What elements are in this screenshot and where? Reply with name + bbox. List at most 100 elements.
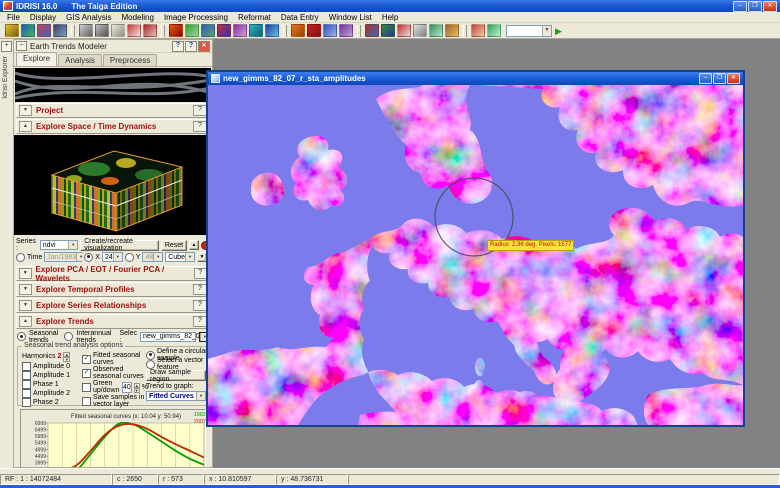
- cube-combobox[interactable]: Cube▼: [165, 252, 195, 262]
- y-radio[interactable]: [125, 253, 134, 262]
- step-up-button[interactable]: ▲: [189, 240, 199, 250]
- menu-modeling[interactable]: Modeling: [116, 13, 158, 22]
- map-display[interactable]: Radius: 2.36 deg. Pixels: 1577: [208, 85, 743, 425]
- undo-icon[interactable]: [323, 24, 337, 37]
- chevron-up-icon[interactable]: ▲: [19, 316, 32, 327]
- histogram-icon[interactable]: [233, 24, 247, 37]
- x-combobox[interactable]: 24▼: [102, 252, 123, 262]
- checkbox-amplitude-1[interactable]: Amplitude 1: [22, 371, 80, 379]
- full-extent-icon[interactable]: [127, 24, 141, 37]
- vector-feature-radio[interactable]: [146, 360, 155, 369]
- draw-sample-region-button[interactable]: Draw sample region: [146, 370, 206, 381]
- identify-icon[interactable]: [339, 24, 353, 37]
- chevron-down-icon[interactable]: ▼: [19, 300, 32, 311]
- profile-icon[interactable]: [217, 24, 231, 37]
- menu-help[interactable]: Help: [377, 13, 403, 22]
- menu-reformat[interactable]: Reformat: [233, 13, 276, 22]
- menu-gis-analysis[interactable]: GIS Analysis: [61, 13, 116, 22]
- open-folder-icon[interactable]: [5, 24, 19, 37]
- database-icon[interactable]: [429, 24, 443, 37]
- map-minimize-button[interactable]: –: [699, 73, 712, 84]
- checkbox-box[interactable]: [22, 380, 31, 389]
- map-restore-button[interactable]: ❐: [713, 73, 726, 84]
- menu-display[interactable]: Display: [25, 13, 61, 22]
- display-launcher-icon[interactable]: [21, 24, 35, 37]
- space-time-cube-visualization[interactable]: [14, 135, 210, 235]
- y-combobox[interactable]: 48▼: [142, 252, 163, 262]
- symbol-workshop-icon[interactable]: [445, 24, 459, 37]
- help-button[interactable]: ?: [193, 105, 207, 116]
- trend-series-combobox[interactable]: new_gimms_82_0▼: [140, 332, 196, 342]
- shortcut-go-button[interactable]: ▶: [555, 26, 562, 36]
- checkbox-amplitude-2[interactable]: Amplitude 2: [22, 389, 80, 397]
- shortcut-combobox[interactable]: ▼: [506, 25, 552, 37]
- digitize-icon[interactable]: [487, 24, 501, 37]
- etm-help-button[interactable]: ?: [172, 41, 184, 52]
- chevron-up-icon[interactable]: ▲: [19, 121, 32, 132]
- scatterplot-icon[interactable]: [381, 24, 395, 37]
- save-samples-checkbox[interactable]: [82, 397, 91, 406]
- trend-to-graph-combobox[interactable]: Fitted Curves▼: [146, 391, 206, 401]
- edit-icon[interactable]: [471, 24, 485, 37]
- help-button[interactable]: ?: [193, 284, 207, 295]
- etm-minimize-button[interactable]: –: [16, 41, 27, 51]
- tab-explore[interactable]: Explore: [16, 52, 57, 66]
- chevron-down-icon[interactable]: ▼: [19, 284, 32, 295]
- etm-context-help-button[interactable]: ?: [185, 41, 197, 52]
- checkbox-phase-1[interactable]: Phase 1: [22, 380, 80, 388]
- map-close-button[interactable]: ✕: [727, 73, 740, 84]
- zoom-out-icon[interactable]: [95, 24, 109, 37]
- time-combobox[interactable]: Jan/1983▼: [44, 252, 82, 262]
- series-combobox[interactable]: ndvi▼: [40, 240, 78, 250]
- layer-properties-icon[interactable]: [37, 24, 51, 37]
- interannual-trends-radio[interactable]: [64, 332, 73, 341]
- zoom-in-icon[interactable]: [79, 24, 93, 37]
- tab-analysis[interactable]: Analysis: [58, 54, 102, 66]
- create-visualization-button[interactable]: Create/recreate visualization: [80, 240, 159, 251]
- macro-modeler-icon[interactable]: [169, 24, 183, 37]
- add-layer-icon[interactable]: [291, 24, 305, 37]
- menu-window-list[interactable]: Window List: [324, 13, 377, 22]
- explorer-strip-label[interactable]: Idrisi Explorer: [2, 56, 9, 99]
- circular-sample-radio[interactable]: [146, 351, 155, 360]
- menu-file[interactable]: File: [2, 13, 25, 22]
- help-button[interactable]: ?: [193, 316, 207, 327]
- section-series-relationships[interactable]: ▼ Explore Series Relationships ?: [16, 298, 210, 313]
- chevron-down-icon[interactable]: ▼: [19, 105, 32, 116]
- reset-button[interactable]: Reset: [161, 240, 187, 251]
- map-composition-icon[interactable]: [201, 24, 215, 37]
- harmonics-stepper[interactable]: ▲▼: [63, 352, 70, 361]
- section-project[interactable]: ▼ Project ?: [16, 103, 210, 118]
- green-updown-value[interactable]: 40: [122, 382, 132, 393]
- section-temporal-profiles[interactable]: ▼ Explore Temporal Profiles ?: [16, 282, 210, 297]
- checkbox-box[interactable]: [22, 398, 31, 407]
- restore-button[interactable]: ❐: [748, 1, 762, 12]
- window-zoom-icon[interactable]: [111, 24, 125, 37]
- tab-preprocess[interactable]: Preprocess: [103, 54, 157, 66]
- checkbox-box[interactable]: [22, 362, 31, 371]
- stretch-icon[interactable]: [249, 24, 263, 37]
- section-explore-trends[interactable]: ▲ Explore Trends ?: [16, 314, 210, 329]
- chart-icon[interactable]: [365, 24, 379, 37]
- chevron-down-icon[interactable]: ▼: [542, 26, 551, 36]
- measure-icon[interactable]: [143, 24, 157, 37]
- help-button[interactable]: ?: [193, 121, 207, 132]
- x-radio[interactable]: [84, 253, 93, 262]
- cascade-windows-icon[interactable]: [185, 24, 199, 37]
- grid-icon[interactable]: [413, 24, 427, 37]
- section-space-time-dynamics[interactable]: ▲ Explore Space / Time Dynamics ?: [16, 119, 210, 134]
- checkbox-box[interactable]: [22, 389, 31, 398]
- minimize-button[interactable]: –: [733, 1, 747, 12]
- etm-close-button[interactable]: ✕: [198, 41, 210, 52]
- close-button[interactable]: ✕: [763, 1, 777, 12]
- menu-image-processing[interactable]: Image Processing: [159, 13, 233, 22]
- remove-layer-icon[interactable]: [307, 24, 321, 37]
- checkbox-box[interactable]: [22, 371, 31, 380]
- observed-curves-checkbox[interactable]: [82, 369, 91, 378]
- chevron-down-icon[interactable]: ▼: [19, 268, 32, 279]
- menu-data-entry[interactable]: Data Entry: [276, 13, 324, 22]
- help-button[interactable]: ?: [194, 268, 207, 279]
- checkbox-amplitude-0[interactable]: Amplitude 0: [22, 362, 80, 370]
- calculator-icon[interactable]: [397, 24, 411, 37]
- section-pca-eot-fourier-wavelets[interactable]: ▼ Explore PCA / EOT / Fourier PCA / Wave…: [16, 266, 210, 281]
